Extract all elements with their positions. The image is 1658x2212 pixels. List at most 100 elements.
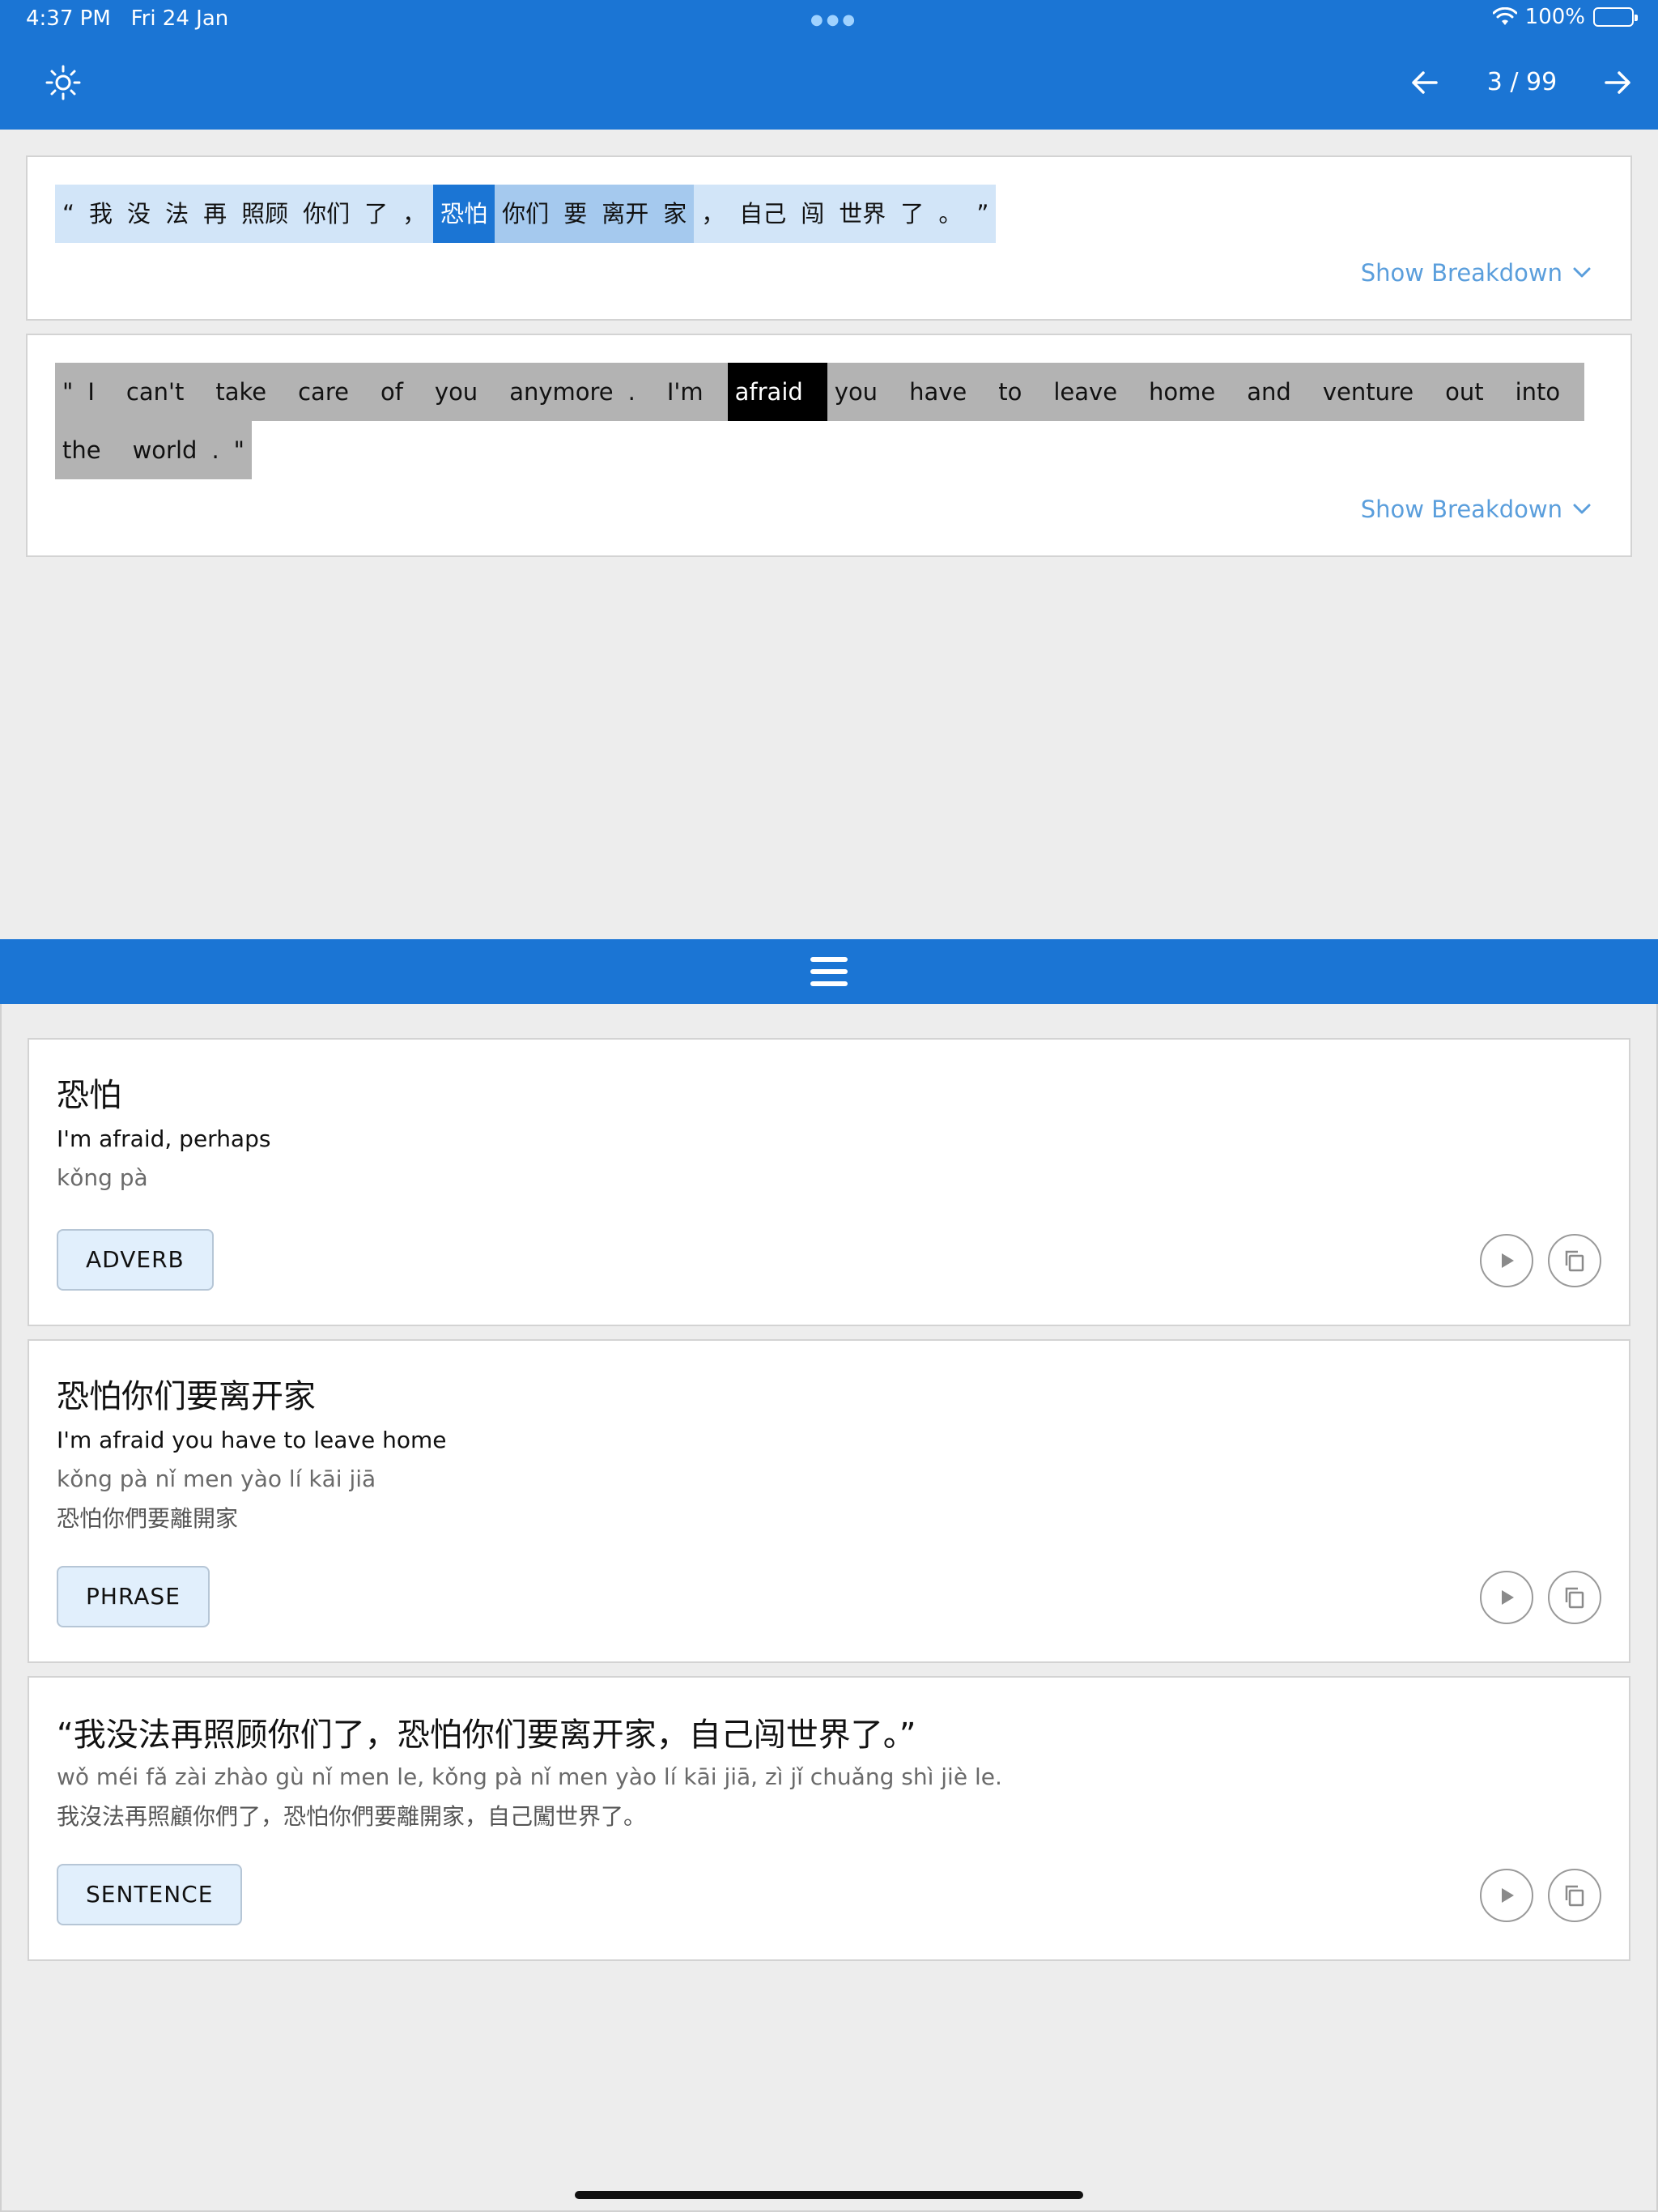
brightness-icon — [45, 65, 81, 100]
dictionary-entry-word: 恐怕 I'm afraid, perhaps kǒng pà ADVERB — [28, 1038, 1630, 1326]
entry-pinyin: kǒng pà nǐ men yào lí kāi jiā — [57, 1465, 376, 1492]
battery-icon — [1593, 7, 1638, 27]
english-token[interactable]: of — [372, 363, 427, 421]
chinese-token[interactable]: 自己 — [732, 185, 794, 243]
entry-traditional: 恐怕你們要離開家 — [57, 1505, 239, 1532]
chinese-token-phrase[interactable]: 你们 — [495, 185, 557, 243]
arrow-right-icon — [1605, 71, 1630, 94]
entry-headword: 恐怕 — [57, 1077, 121, 1114]
chinese-token[interactable]: 再 — [196, 185, 235, 243]
status-indicators: 100% — [1492, 5, 1638, 29]
entry-headword: 恐怕你们要离开家 — [57, 1378, 316, 1415]
entry-type-tag[interactable]: PHRASE — [57, 1566, 210, 1627]
english-token[interactable]: world — [125, 421, 205, 479]
chevron-down-icon — [1573, 267, 1591, 278]
brightness-toggle-button[interactable] — [39, 58, 87, 107]
copy-icon — [1565, 1587, 1584, 1609]
copy-button[interactable] — [1548, 1571, 1601, 1624]
chinese-token-list: “ 我 没 法 再 照顾 你们 了 ， 恐怕 你们 要 离开 家 ， 自己 闯 … — [55, 185, 1618, 243]
show-breakdown-label: Show Breakdown — [1360, 259, 1562, 287]
play-icon — [1502, 1590, 1514, 1605]
english-token[interactable]: I — [80, 363, 119, 421]
show-breakdown-label: Show Breakdown — [1360, 496, 1562, 523]
copy-icon — [1565, 1250, 1584, 1272]
chinese-token[interactable]: 没 — [120, 185, 159, 243]
english-sentence-card: " I can't take care of you anymore . I'm… — [26, 334, 1632, 557]
chinese-token-phrase[interactable]: 离开 — [594, 185, 657, 243]
multitasking-dots-icon[interactable]: ●●● — [810, 11, 858, 28]
chinese-sentence-card: “ 我 没 法 再 照顾 你们 了 ， 恐怕 你们 要 离开 家 ， 自己 闯 … — [26, 155, 1632, 321]
entry-meaning: I'm afraid you have to leave home — [57, 1427, 447, 1453]
wifi-icon — [1492, 7, 1517, 25]
english-token[interactable]: take — [208, 363, 291, 421]
chinese-token[interactable]: 照顾 — [234, 185, 296, 243]
status-date-text: Fri 24 Jan — [130, 6, 229, 31]
dictionary-entry-phrase: 恐怕你们要离开家 I'm afraid you have to leave ho… — [28, 1339, 1630, 1663]
status-time: 4:37 PM Fri 24 Jan — [26, 6, 228, 31]
english-token[interactable]: you — [827, 363, 903, 421]
entry-type-tag[interactable]: SENTENCE — [57, 1864, 243, 1925]
english-token[interactable]: care — [291, 363, 373, 421]
english-token[interactable]: the — [55, 421, 125, 479]
play-audio-button[interactable] — [1480, 1234, 1533, 1287]
english-token[interactable]: . — [620, 363, 660, 421]
copy-icon — [1565, 1885, 1584, 1907]
english-token[interactable]: and — [1239, 363, 1316, 421]
copy-button[interactable] — [1548, 1234, 1601, 1287]
chinese-token[interactable]: ” — [969, 185, 997, 243]
dictionary-entry-sentence: “我没法再照顾你们了，恐怕你们要离开家，自己闯世界了。” wǒ méi fǎ z… — [28, 1676, 1630, 1961]
hamburger-menu-icon — [810, 957, 848, 986]
english-token[interactable]: I'm — [659, 363, 728, 421]
entry-pinyin: wǒ méi fǎ zài zhào gù nǐ men le, kǒng pà… — [57, 1763, 1002, 1790]
english-token[interactable]: anymore — [502, 363, 621, 421]
chinese-token[interactable]: 世界 — [831, 185, 894, 243]
chinese-token[interactable]: 了 — [893, 185, 932, 243]
english-token[interactable]: venture — [1315, 363, 1439, 421]
entry-headword: “我没法再照顾你们了，恐怕你们要离开家，自己闯世界了。” — [57, 1716, 916, 1754]
show-breakdown-button[interactable]: Show Breakdown — [1361, 259, 1592, 287]
entry-traditional: 我沒法再照顧你們了，恐怕你們要離開家，自己闖世界了。 — [57, 1803, 647, 1830]
next-button[interactable] — [1593, 58, 1642, 107]
english-token[interactable]: can't — [118, 363, 209, 421]
play-icon — [1502, 1888, 1514, 1903]
chinese-token[interactable]: ， — [694, 185, 733, 243]
english-token[interactable]: . — [204, 421, 227, 479]
chinese-token[interactable]: 法 — [158, 185, 197, 243]
entry-pinyin: kǒng pà — [57, 1164, 148, 1191]
english-token[interactable]: leave — [1046, 363, 1142, 421]
chinese-token[interactable]: ， — [395, 185, 434, 243]
play-audio-button[interactable] — [1480, 1571, 1533, 1624]
battery-percent: 100% — [1524, 5, 1585, 29]
english-token[interactable]: have — [902, 363, 992, 421]
entry-type-tag[interactable]: ADVERB — [57, 1229, 214, 1291]
copy-button[interactable] — [1548, 1869, 1601, 1922]
chinese-token[interactable]: “ — [55, 185, 83, 243]
top-app-bar: 4:37 PM Fri 24 Jan ●●● 100% 3 / 99 — [0, 0, 1658, 130]
english-token[interactable]: " — [226, 421, 253, 479]
chinese-token-phrase[interactable]: 家 — [656, 185, 695, 243]
chinese-token-phrase[interactable]: 要 — [556, 185, 595, 243]
english-token[interactable]: you — [427, 363, 503, 421]
panel-divider-handle[interactable] — [0, 939, 1658, 1004]
english-token[interactable]: " — [55, 363, 81, 421]
chevron-down-icon — [1573, 504, 1591, 514]
status-time-text: 4:37 PM — [26, 6, 111, 31]
play-audio-button[interactable] — [1480, 1869, 1533, 1922]
play-icon — [1502, 1253, 1514, 1268]
chinese-token[interactable]: 闯 — [793, 185, 832, 243]
english-token-selected[interactable]: afraid — [727, 363, 827, 421]
show-breakdown-button[interactable]: Show Breakdown — [1361, 496, 1592, 523]
previous-button[interactable] — [1401, 58, 1449, 107]
chinese-token[interactable]: 。 — [931, 185, 970, 243]
english-token[interactable]: into — [1507, 363, 1585, 421]
page-counter: 3 / 99 — [1486, 68, 1558, 96]
english-token-list: " I can't take care of you anymore . I'm… — [55, 363, 1601, 479]
chinese-token[interactable]: 你们 — [295, 185, 358, 243]
home-indicator[interactable] — [575, 2191, 1083, 2199]
chinese-token[interactable]: 我 — [82, 185, 121, 243]
english-token[interactable]: out — [1438, 363, 1508, 421]
chinese-token-selected[interactable]: 恐怕 — [433, 185, 495, 243]
chinese-token[interactable]: 了 — [357, 185, 396, 243]
english-token[interactable]: to — [991, 363, 1047, 421]
english-token[interactable]: home — [1141, 363, 1240, 421]
